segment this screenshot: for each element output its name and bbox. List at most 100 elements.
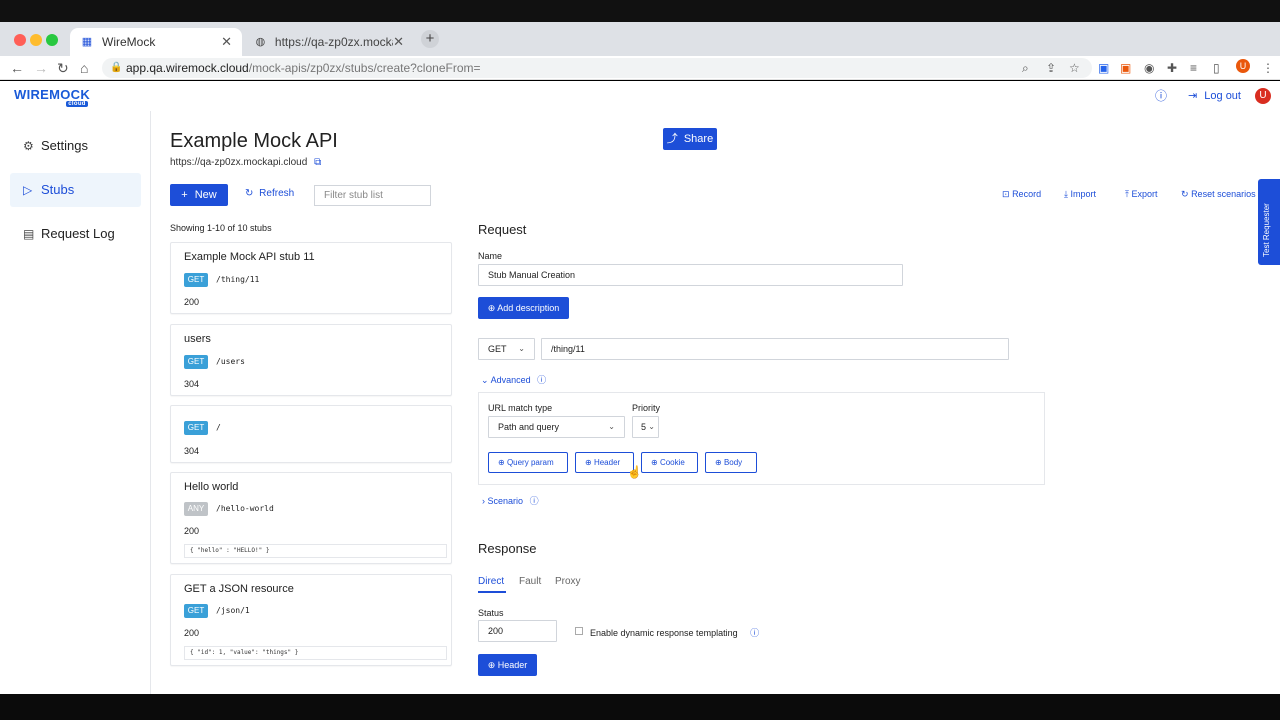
share-page-icon[interactable]: ⇪ bbox=[1046, 61, 1056, 75]
response-header-button[interactable]: ⊕ Header bbox=[478, 654, 537, 676]
chip-label: Query param bbox=[506, 458, 554, 467]
url-match-label: URL match type bbox=[488, 403, 553, 413]
address-bar[interactable]: 🔒 app.qa.wiremock.cloud/mock-apis/zp0zx/… bbox=[102, 58, 1092, 78]
tab-fault[interactable]: Fault bbox=[519, 576, 541, 587]
name-label: Name bbox=[478, 251, 503, 261]
sidebar-item-label: Settings bbox=[41, 138, 88, 153]
avatar[interactable]: U bbox=[1255, 88, 1271, 104]
method-badge: GET bbox=[184, 421, 208, 435]
refresh-label: Refresh bbox=[259, 188, 295, 199]
stub-card[interactable]: Hello world ANY /hello-world 200 { "hell… bbox=[170, 472, 452, 564]
bookmark-star-icon[interactable]: ☆ bbox=[1069, 61, 1080, 75]
export-link[interactable]: ⤒ Export bbox=[1125, 189, 1158, 200]
sidebar-item-stubs[interactable]: ▷ Stubs bbox=[10, 173, 141, 207]
cookie-button[interactable]: ⊕ Cookie bbox=[641, 452, 698, 473]
sidebar: ⚙ Settings ▷ Stubs ▤ Request Log bbox=[0, 111, 151, 694]
record-link[interactable]: ⊡ Record bbox=[1002, 189, 1041, 200]
profile-avatar-icon[interactable]: U bbox=[1236, 59, 1250, 73]
close-window-icon[interactable] bbox=[14, 34, 26, 46]
help-icon[interactable]: ⓘ bbox=[537, 375, 546, 385]
puzzle-icon[interactable]: ✚ bbox=[1167, 61, 1177, 75]
extension-icon[interactable]: ▣ bbox=[1098, 61, 1109, 75]
maximize-window-icon[interactable] bbox=[46, 34, 58, 46]
url-match-select[interactable]: Path and query ⌄ bbox=[488, 416, 625, 438]
header-button[interactable]: ⊕ Header bbox=[575, 452, 634, 473]
new-stub-button[interactable]: + New bbox=[170, 184, 228, 206]
stub-count: Showing 1-10 of 10 stubs bbox=[170, 223, 272, 233]
stub-body: { "hello" : "HELLO!" } bbox=[184, 544, 447, 558]
url-host: app.qa.wiremock.cloud bbox=[126, 61, 249, 75]
browser-tab-wiremock[interactable]: ▦ WireMock ✕ bbox=[70, 28, 242, 56]
export-label: Export bbox=[1131, 189, 1158, 199]
chevron-down-icon: ⌄ bbox=[608, 422, 615, 431]
more-menu-icon[interactable]: ⋮ bbox=[1262, 61, 1274, 75]
plus-circle-icon: ⊕ bbox=[715, 458, 722, 467]
browser-tab-mockapi[interactable]: ◍ https://qa-zp0zx.mockapi.clou ✕ bbox=[244, 28, 414, 56]
copy-icon[interactable]: ⧉ bbox=[314, 157, 321, 168]
close-tab-icon[interactable]: ✕ bbox=[393, 34, 404, 50]
help-icon[interactable]: ⓘ bbox=[530, 496, 539, 506]
refresh-button[interactable]: ↻ Refresh bbox=[245, 188, 294, 199]
stub-card[interactable]: users GET /users 304 bbox=[170, 324, 452, 396]
filter-stub-input[interactable]: Filter stub list bbox=[314, 185, 431, 206]
browser-window: ▦ WireMock ✕ ◍ https://qa-zp0zx.mockapi.… bbox=[0, 0, 1280, 720]
tab-proxy[interactable]: Proxy bbox=[555, 576, 581, 587]
extension-icon[interactable]: ▣ bbox=[1120, 61, 1131, 75]
share-button[interactable]: ⤴ Share bbox=[663, 128, 717, 150]
lock-icon: 🔒 bbox=[110, 62, 123, 73]
scenario-toggle[interactable]: › Scenario ⓘ bbox=[482, 494, 539, 507]
import-link[interactable]: ⤓ Import bbox=[1064, 189, 1096, 200]
close-tab-icon[interactable]: ✕ bbox=[221, 34, 232, 50]
logout-link[interactable]: ⇥ Log out bbox=[1188, 89, 1241, 102]
tab-title: WireMock bbox=[102, 35, 156, 49]
method-value: GET bbox=[488, 344, 507, 354]
stub-title: Example Mock API stub 11 bbox=[184, 251, 315, 263]
priority-select[interactable]: 5 ⌄ bbox=[632, 416, 659, 438]
api-url: https://qa-zp0zx.mockapi.cloud ⧉ bbox=[170, 157, 321, 168]
plus-circle-icon: ⊕ bbox=[487, 303, 496, 313]
reset-scenarios-link[interactable]: ↻ Reset scenarios bbox=[1181, 189, 1256, 200]
active-tab-underline bbox=[478, 591, 506, 593]
refresh-icon: ↻ bbox=[245, 188, 254, 199]
stub-card[interactable]: GET / 304 bbox=[170, 405, 452, 463]
page-title: Example Mock API bbox=[170, 130, 338, 152]
help-icon[interactable]: ⓘ bbox=[1155, 87, 1167, 104]
screen-bottom-edge bbox=[0, 694, 1280, 720]
mouse-cursor-icon: ☝ bbox=[627, 465, 642, 479]
stub-name-field[interactable]: Stub Manual Creation bbox=[478, 264, 903, 286]
request-heading: Request bbox=[478, 222, 527, 237]
query-param-button[interactable]: ⊕ Query param bbox=[488, 452, 568, 473]
plus-circle-icon: ⊕ bbox=[498, 458, 505, 467]
sidebar-icon[interactable]: ▯ bbox=[1213, 61, 1220, 75]
home-icon[interactable]: ⌂ bbox=[80, 60, 88, 76]
url-path: /mock-apis/zp0zx/stubs/create?cloneFrom= bbox=[248, 61, 481, 75]
new-tab-icon[interactable]: + bbox=[421, 30, 439, 48]
minimize-window-icon[interactable] bbox=[30, 34, 42, 46]
sidebar-item-settings[interactable]: ⚙ Settings bbox=[10, 129, 141, 163]
add-description-button[interactable]: ⊕ Add description bbox=[478, 297, 569, 319]
back-icon[interactable]: ← bbox=[10, 60, 24, 76]
test-requester-tab[interactable]: Test Requester bbox=[1258, 179, 1280, 265]
extension-icon[interactable]: ◉ bbox=[1144, 61, 1154, 75]
import-icon: ⤓ bbox=[1064, 189, 1068, 199]
reading-list-icon[interactable]: ≡ bbox=[1190, 61, 1197, 75]
tab-direct[interactable]: Direct bbox=[478, 576, 504, 587]
stub-body: { "id": 1, "value": "things" } bbox=[184, 646, 447, 660]
stub-card[interactable]: Example Mock API stub 11 GET /thing/11 2… bbox=[170, 242, 452, 314]
logout-icon: ⇥ bbox=[1188, 90, 1198, 102]
forward-icon[interactable]: → bbox=[34, 60, 48, 76]
document-icon: ▤ bbox=[23, 227, 35, 241]
url-field[interactable]: /thing/11 bbox=[541, 338, 1009, 360]
method-select[interactable]: GET ⌄ bbox=[478, 338, 535, 360]
import-label: Import bbox=[1070, 189, 1097, 199]
status-field[interactable]: 200 bbox=[478, 620, 557, 642]
reload-icon[interactable]: ↻ bbox=[57, 60, 69, 77]
zoom-icon[interactable]: ⌕ bbox=[1022, 61, 1029, 76]
stub-card[interactable]: GET a JSON resource GET /json/1 200 { "i… bbox=[170, 574, 452, 666]
templating-checkbox[interactable] bbox=[575, 627, 583, 635]
sidebar-item-request-log[interactable]: ▤ Request Log bbox=[10, 217, 141, 251]
help-icon[interactable]: ⓘ bbox=[750, 628, 759, 638]
test-requester-label: Test Requester bbox=[1262, 203, 1271, 257]
body-button[interactable]: ⊕ Body bbox=[705, 452, 757, 473]
advanced-toggle[interactable]: ⌄ Advanced ⓘ bbox=[481, 373, 546, 386]
